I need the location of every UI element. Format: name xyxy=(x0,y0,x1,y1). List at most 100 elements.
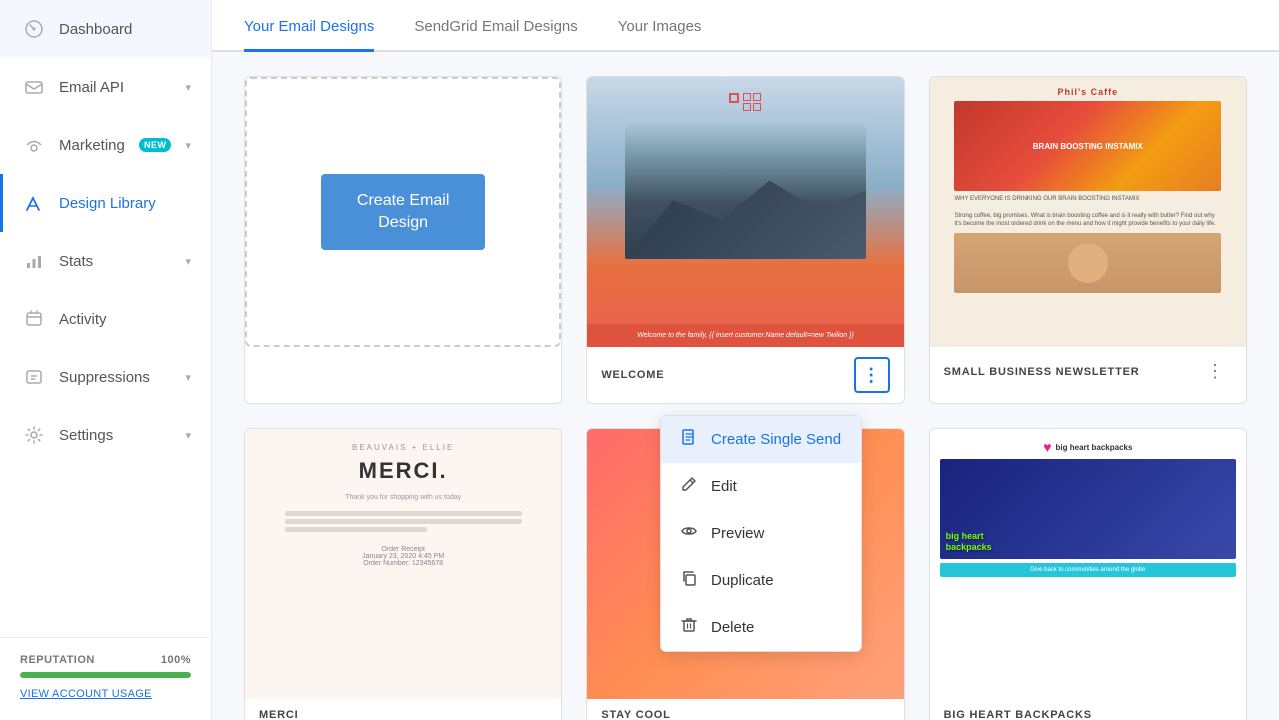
merci-title: MERCI. xyxy=(359,458,448,484)
marketing-arrow: ▾ xyxy=(185,139,191,152)
welcome-logo xyxy=(729,93,761,111)
dropdown-duplicate-label: Duplicate xyxy=(711,572,774,589)
phils-more-options-button[interactable]: ⋮ xyxy=(1198,357,1232,386)
bh-footer-text: Give back to communities around the glob… xyxy=(940,563,1236,577)
welcome-card-image: Welcome to the family, {{ insert custome… xyxy=(587,77,903,347)
sidebar-item-label-suppressions: Suppressions xyxy=(59,369,171,386)
sidebar-item-label-dashboard: Dashboard xyxy=(59,21,191,38)
merci-text-lines xyxy=(285,511,522,532)
big-heart-card-image: ♥ big heart backpacks big heartbackpacks… xyxy=(930,429,1246,699)
mountain-silhouette xyxy=(625,161,867,259)
bh-overlay-text: big heartbackpacks xyxy=(946,531,992,553)
phils-top-text: Phil's Caffe xyxy=(1058,87,1119,97)
dropdown-create-single-send-label: Create Single Send xyxy=(711,431,841,448)
sidebar-item-suppressions[interactable]: Suppressions ▾ xyxy=(0,348,211,406)
welcome-design-card: Welcome to the family, {{ insert custome… xyxy=(586,76,904,404)
staycool-label-text: STAY COOL xyxy=(601,709,670,720)
welcome-label-text: WELCOME xyxy=(601,369,664,381)
reputation-section: REPUTATION 100% VIEW ACCOUNT USAGE xyxy=(0,637,211,720)
merci-subtitle: Thank you for shopping with us today xyxy=(345,494,461,501)
email-api-arrow: ▾ xyxy=(185,81,191,94)
reputation-label: REPUTATION xyxy=(20,654,95,666)
document-icon xyxy=(681,429,697,450)
merci-design-card: BEAUVAIS + ELLIE MERCI. Thank you for sh… xyxy=(244,428,562,720)
copy-icon xyxy=(681,570,697,591)
phils-card-preview: Phil's Caffe BRAIN BOOSTING INSTAMIX WHY… xyxy=(930,77,1246,347)
pencil-icon xyxy=(681,476,697,497)
sidebar-item-label-design-library: Design Library xyxy=(59,195,191,212)
sidebar-item-dashboard[interactable]: Dashboard xyxy=(0,0,211,58)
merci-order-info: Order Receipt January 23, 2020 4:45 PM O… xyxy=(362,546,444,567)
email-api-icon xyxy=(23,76,45,98)
sidebar-item-label-email-api: Email API xyxy=(59,79,171,96)
marketing-badge: NEW xyxy=(139,138,172,152)
design-library-icon xyxy=(23,192,45,214)
bh-logo: ♥ big heart backpacks xyxy=(940,439,1236,455)
tab-your-email-designs[interactable]: Your Email Designs xyxy=(244,0,374,52)
phils-design-card: Phil's Caffe BRAIN BOOSTING INSTAMIX WHY… xyxy=(929,76,1247,404)
welcome-more-options-button[interactable]: ⋮ xyxy=(854,357,890,393)
merci-header: BEAUVAIS + ELLIE xyxy=(352,443,454,452)
dropdown-preview[interactable]: Preview xyxy=(661,510,861,557)
phils-face-image xyxy=(954,233,1221,293)
dropdown-edit-label: Edit xyxy=(711,478,737,495)
marketing-icon xyxy=(23,134,45,156)
sidebar: Dashboard Email API ▾ Marketing NEW ▾ xyxy=(0,0,212,720)
stats-icon xyxy=(23,250,45,272)
logo-square xyxy=(729,93,739,103)
context-dropdown-menu: Create Single Send Edit Preview Duplicat… xyxy=(660,415,862,652)
sidebar-item-stats[interactable]: Stats ▾ xyxy=(0,232,211,290)
sidebar-item-settings[interactable]: Settings ▾ xyxy=(0,406,211,464)
dropdown-create-single-send[interactable]: Create Single Send xyxy=(661,416,861,463)
welcome-card-label: WELCOME ⋮ xyxy=(587,347,903,403)
phils-card-image: Phil's Caffe BRAIN BOOSTING INSTAMIX WHY… xyxy=(930,77,1246,347)
sidebar-item-label-settings: Settings xyxy=(59,427,171,444)
phils-hero-image: BRAIN BOOSTING INSTAMIX xyxy=(954,101,1221,191)
dropdown-delete-label: Delete xyxy=(711,619,754,636)
tab-sendgrid-email-designs[interactable]: SendGrid Email Designs xyxy=(414,0,577,52)
bigheart-card-label: BIG HEART BACKPACKS xyxy=(930,699,1246,720)
sidebar-item-email-api[interactable]: Email API ▾ xyxy=(0,58,211,116)
phils-hero-text: BRAIN BOOSTING INSTAMIX xyxy=(1033,142,1143,151)
view-account-usage-link[interactable]: VIEW ACCOUNT USAGE xyxy=(20,688,191,700)
tab-your-images[interactable]: Your Images xyxy=(618,0,702,52)
merci-label-text: MERCI xyxy=(259,709,298,720)
trash-icon xyxy=(681,617,697,638)
mountain-image xyxy=(625,119,867,259)
dropdown-edit[interactable]: Edit xyxy=(661,463,861,510)
settings-icon xyxy=(23,424,45,446)
merci-card-image: BEAUVAIS + ELLIE MERCI. Thank you for sh… xyxy=(245,429,561,699)
merci-line-3 xyxy=(285,527,427,532)
sidebar-item-marketing[interactable]: Marketing NEW ▾ xyxy=(0,116,211,174)
sidebar-item-label-activity: Activity xyxy=(59,311,191,328)
merci-card-preview: BEAUVAIS + ELLIE MERCI. Thank you for sh… xyxy=(245,429,561,699)
dropdown-duplicate[interactable]: Duplicate xyxy=(661,557,861,604)
sidebar-item-label-stats: Stats xyxy=(59,253,171,270)
welcome-footer-text: Welcome to the family, {{ insert custome… xyxy=(587,324,903,347)
dashboard-icon xyxy=(23,18,45,40)
bigheart-label-text: BIG HEART BACKPACKS xyxy=(944,709,1092,720)
sidebar-item-activity[interactable]: Activity xyxy=(0,290,211,348)
sidebar-item-design-library[interactable]: Design Library xyxy=(0,174,211,232)
reputation-value: 100% xyxy=(161,654,191,666)
suppressions-icon xyxy=(23,366,45,388)
logo-grid xyxy=(743,93,761,111)
merci-line-1 xyxy=(285,511,522,516)
merci-card-label: MERCI xyxy=(245,699,561,720)
bh-logo-text: big heart backpacks xyxy=(1056,443,1133,452)
merci-line-2 xyxy=(285,519,522,524)
welcome-card-preview: Welcome to the family, {{ insert custome… xyxy=(587,77,903,347)
stats-arrow: ▾ xyxy=(185,255,191,268)
eye-icon xyxy=(681,523,697,544)
bigheart-card-preview: ♥ big heart backpacks big heartbackpacks… xyxy=(930,429,1246,699)
bh-hero-image: big heartbackpacks xyxy=(940,459,1236,559)
dropdown-delete[interactable]: Delete xyxy=(661,604,861,651)
reputation-bar-fill xyxy=(20,672,191,678)
settings-arrow: ▾ xyxy=(185,429,191,442)
create-email-design-button[interactable]: Create EmailDesign xyxy=(321,174,485,251)
phils-body-text: WHY EVERYONE IS DRINKING OUR BRAIN BOOST… xyxy=(954,195,1221,229)
heart-icon: ♥ xyxy=(1043,439,1051,455)
create-card-area: Create EmailDesign xyxy=(245,77,561,347)
reputation-bar xyxy=(20,672,191,678)
small-business-label-text: SMALL BUSINESS NEWSLETTER xyxy=(944,366,1140,378)
